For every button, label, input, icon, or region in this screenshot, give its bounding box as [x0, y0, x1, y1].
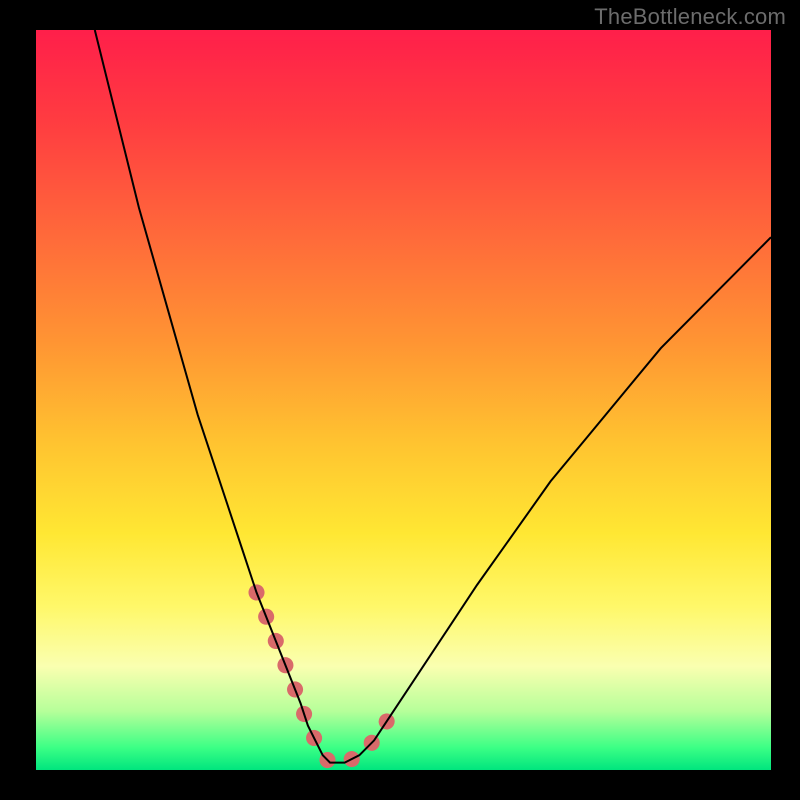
- chart-frame: TheBottleneck.com: [0, 0, 800, 800]
- bottleneck-curve: [95, 30, 771, 763]
- plot-area: [36, 30, 771, 770]
- highlight-band: [257, 592, 389, 762]
- curve-svg: [36, 30, 771, 770]
- watermark-text: TheBottleneck.com: [594, 4, 786, 30]
